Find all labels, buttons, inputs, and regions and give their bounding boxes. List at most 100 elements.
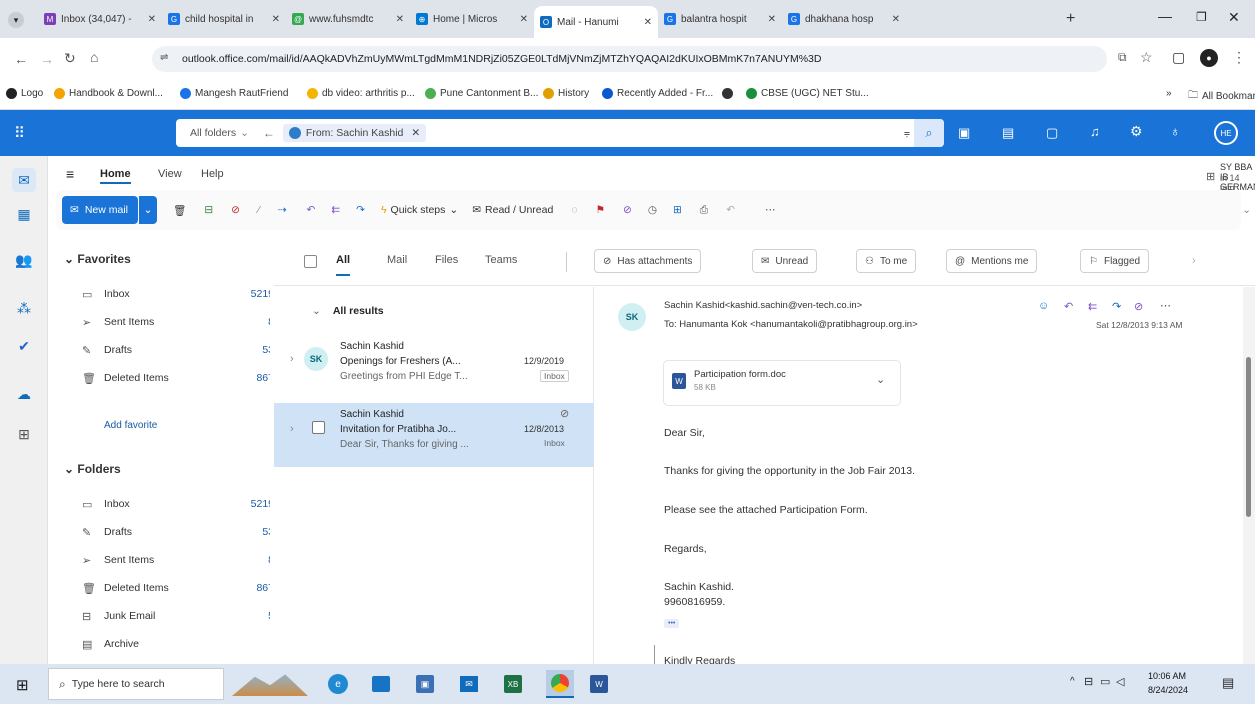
new-mail-dropdown-icon[interactable]: ⌄: [139, 196, 157, 224]
snooze-icon[interactable]: ◷: [648, 204, 657, 216]
browser-tab[interactable]: @ www.fuhsmdtc ✕: [286, 6, 410, 32]
chip-mentions-me[interactable]: @ Mentions me: [946, 249, 1038, 273]
feedback-icon[interactable]: ▢: [1046, 125, 1058, 141]
reply-icon[interactable]: ↶: [307, 204, 316, 216]
bookmark-chrome[interactable]: [722, 88, 737, 99]
calendar-app-icon[interactable]: ▦: [12, 202, 36, 226]
filter-tab-files[interactable]: Files: [435, 254, 458, 266]
message-checkbox[interactable]: [312, 421, 325, 434]
select-all-checkbox[interactable]: [304, 255, 317, 268]
show-hidden-icons-icon[interactable]: ^: [1070, 676, 1075, 687]
bookmark-logo[interactable]: Logo: [6, 88, 43, 99]
file-explorer-icon[interactable]: [372, 676, 390, 692]
close-window-icon[interactable]: ✕: [1228, 9, 1240, 26]
emoji-react-icon[interactable]: ☺: [1038, 300, 1049, 312]
edge-icon[interactable]: e: [328, 674, 348, 694]
mail-app-icon[interactable]: ✉: [12, 168, 36, 192]
bookmark-db-video[interactable]: db video: arthritis p...: [307, 88, 415, 99]
browser-tab[interactable]: Gchild hospital in ✕: [162, 6, 286, 32]
favorites-item[interactable]: ✎ Drafts 53: [82, 339, 270, 361]
rules-icon[interactable]: ⊞: [673, 204, 682, 216]
landscape-widget-icon[interactable]: [232, 674, 308, 696]
filter-tab-teams[interactable]: Teams: [485, 254, 517, 266]
account-avatar[interactable]: HE: [1214, 121, 1238, 145]
categorize-icon[interactable]: ◌: [571, 204, 577, 216]
tab-view[interactable]: View: [158, 168, 182, 180]
clock-time[interactable]: 10:06 AM: [1148, 671, 1186, 681]
search-scope[interactable]: All folders: [190, 127, 236, 139]
browser-tab[interactable]: Gbalantra hospit ✕: [658, 6, 782, 32]
word-icon[interactable]: W: [590, 675, 608, 693]
email-from[interactable]: Sachin Kashid<kashid.sachin@ven-tech.co.…: [664, 300, 862, 311]
bookmark-mangesh[interactable]: Mangesh RautFriend: [180, 88, 288, 99]
clear-search-icon[interactable]: ✕: [411, 127, 420, 139]
folders-header[interactable]: ⌄ Folders: [64, 462, 121, 476]
settings-icon[interactable]: ⚙: [1130, 123, 1143, 140]
sweep-icon[interactable]: ⁄: [258, 204, 260, 216]
expand-ribbon-icon[interactable]: ⌄: [1242, 204, 1251, 216]
url-field[interactable]: ⇌ outlook.office.com/mail/id/AAQkADVhZmU…: [152, 46, 1107, 72]
read-unread-button[interactable]: ✉ Read / Unread: [472, 204, 553, 216]
close-tab-icon[interactable]: ✕: [148, 14, 156, 25]
expand-thread-icon[interactable]: ›: [290, 423, 294, 435]
filter-icon[interactable]: ⩦: [904, 127, 910, 140]
folders-item[interactable]: ⊟ Junk Email 5: [82, 605, 270, 627]
notifications-icon[interactable]: ♫: [1090, 124, 1100, 139]
bookmark-star-icon[interactable]: ☆: [1140, 49, 1153, 66]
more-bookmarks-icon[interactable]: »: [1166, 88, 1172, 99]
all-bookmarks[interactable]: 🗀 All Bookmarks: [1188, 88, 1255, 105]
mail-taskbar-icon[interactable]: ✉: [460, 676, 478, 692]
more-apps-icon[interactable]: ⊞: [12, 422, 36, 446]
bookmark-cbse-net[interactable]: CBSE (UGC) NET Stu...: [746, 88, 869, 99]
close-tab-icon[interactable]: ✕: [520, 14, 528, 25]
bookmark-handbook[interactable]: Handbook & Downl...: [54, 88, 163, 99]
quick-steps-button[interactable]: ϟ Quick steps ⌄: [381, 204, 458, 216]
todo-app-icon[interactable]: ✔: [12, 334, 36, 358]
network-icon[interactable]: ⊟: [1084, 675, 1093, 688]
results-header[interactable]: ⌄ All results: [312, 305, 384, 317]
browser-tab[interactable]: ⊕ Home | Micros ✕: [410, 6, 534, 32]
onedrive-app-icon[interactable]: ☁: [12, 382, 36, 406]
browser-menu-icon[interactable]: ⋮: [1232, 49, 1246, 66]
store-icon[interactable]: ▣: [416, 675, 434, 693]
search-icon[interactable]: ⌕: [914, 119, 944, 147]
home-icon[interactable]: ⌂: [90, 49, 98, 65]
reload-icon[interactable]: ↻: [64, 50, 76, 67]
close-tab-icon[interactable]: ✕: [272, 14, 280, 25]
tab-home[interactable]: Home: [100, 168, 131, 184]
chrome-icon[interactable]: [546, 670, 574, 698]
chip-has-attachments[interactable]: ⊘ Has attachments: [594, 249, 702, 273]
folders-item[interactable]: ▤ Archive: [82, 633, 270, 655]
reading-scrollbar[interactable]: [1243, 287, 1255, 664]
reply-all-icon[interactable]: ⇇: [1088, 300, 1097, 313]
browser-tab[interactable]: O Mail - Hanumi ✕: [534, 6, 658, 38]
filter-tab-mail[interactable]: Mail: [387, 254, 407, 266]
close-tab-icon[interactable]: ✕: [892, 14, 900, 25]
delete-icon[interactable]: 🗑: [173, 204, 186, 217]
tab-help[interactable]: Help: [201, 168, 224, 180]
browser-tab[interactable]: Gdhakhana hosp ✕: [782, 6, 906, 32]
print-icon[interactable]: ⎙: [700, 204, 708, 217]
chip-flagged[interactable]: ⚐ Flagged: [1080, 249, 1150, 273]
favorites-item[interactable]: ▭ Inbox 5219: [82, 283, 270, 305]
forward-mail-icon[interactable]: ↷: [356, 204, 365, 216]
archive-icon[interactable]: ⊟: [204, 204, 213, 216]
extensions-icon[interactable]: ▢: [1172, 49, 1185, 66]
bookmark-recently-added[interactable]: Recently Added - Fr...: [602, 88, 713, 99]
new-mail-button[interactable]: ✉ New mail: [62, 196, 138, 224]
minimize-icon[interactable]: —: [1158, 8, 1172, 24]
chip-to-me[interactable]: ⚇ To me: [856, 249, 917, 273]
notification-center-icon[interactable]: ▤: [1222, 675, 1234, 691]
people-app-icon[interactable]: 👥: [12, 248, 36, 272]
list-item-selected[interactable]: › Sachin Kashid ⊘ Invitation for Pratibh…: [274, 403, 594, 467]
groups-app-icon[interactable]: ⁂: [12, 296, 36, 320]
bookmark-history[interactable]: History: [543, 88, 589, 99]
expand-thread-icon[interactable]: ›: [290, 353, 294, 365]
tips-icon[interactable]: ♁: [1170, 123, 1181, 139]
volume-icon[interactable]: ◁: [1116, 675, 1124, 688]
app-launcher-icon[interactable]: ⠿: [14, 124, 25, 142]
excel-icon[interactable]: XB: [504, 675, 522, 693]
chevron-down-icon[interactable]: ⌄: [876, 373, 885, 386]
meet-now-icon[interactable]: ▣: [958, 125, 970, 141]
flag-icon[interactable]: ⚑: [596, 204, 605, 216]
